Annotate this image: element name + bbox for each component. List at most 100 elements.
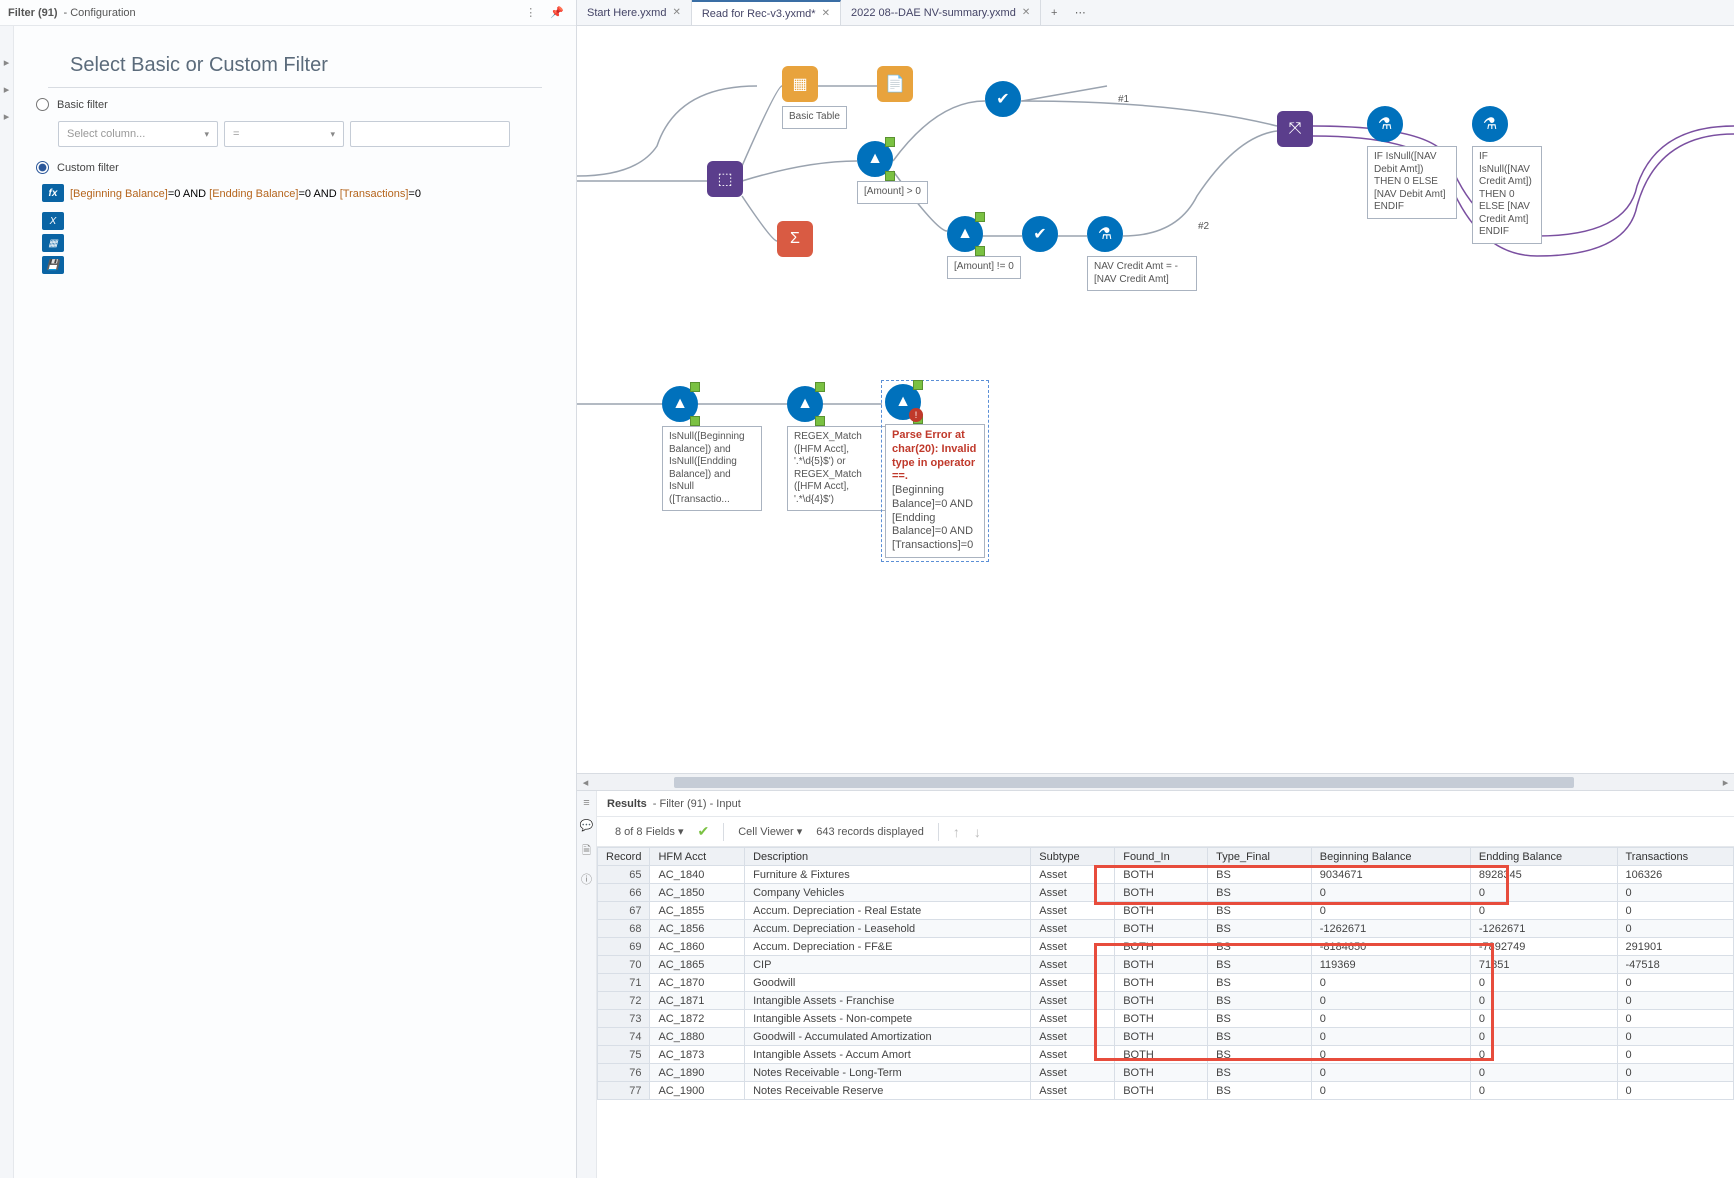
column-header[interactable]: Transactions bbox=[1617, 848, 1734, 866]
results-data-icon[interactable]: 🗎 bbox=[582, 842, 591, 861]
workflow-canvas[interactable]: #1 #2 ▦Basic Table 📄 ⬚ Σ ▲[Amount] > 0 ✔… bbox=[577, 26, 1734, 773]
tab-overflow-button[interactable]: ⋯ bbox=[1067, 0, 1093, 25]
table-cell[interactable]: Goodwill - Accumulated Amortization bbox=[745, 1028, 1031, 1046]
table-cell[interactable]: -8184650 bbox=[1311, 938, 1470, 956]
table-cell[interactable]: 70 bbox=[598, 956, 650, 974]
table-row[interactable]: 69AC_1860Accum. Depreciation - FF&EAsset… bbox=[598, 938, 1734, 956]
rail-item[interactable]: ▸ bbox=[4, 83, 10, 96]
operator-dropdown[interactable]: =▾ bbox=[224, 121, 344, 147]
table-cell[interactable]: 0 bbox=[1311, 1064, 1470, 1082]
table-cell[interactable]: 71 bbox=[598, 974, 650, 992]
filter-tool[interactable]: ▲REGEX_Match ([HFM Acct], '.*\d{5}$') or… bbox=[787, 386, 887, 511]
table-cell[interactable]: BOTH bbox=[1115, 884, 1208, 902]
table-cell[interactable]: BS bbox=[1208, 884, 1312, 902]
menu-icon[interactable]: ⋮ bbox=[521, 6, 540, 19]
results-info-icon[interactable]: ⓘ bbox=[581, 871, 592, 887]
x-variable-icon[interactable]: X bbox=[42, 212, 64, 230]
column-header[interactable]: Description bbox=[745, 848, 1031, 866]
table-cell[interactable]: 0 bbox=[1617, 1010, 1734, 1028]
table-cell[interactable]: Asset bbox=[1031, 974, 1115, 992]
workflow-tab[interactable]: Start Here.yxmd✕ bbox=[577, 0, 692, 25]
results-msg-icon[interactable]: 💬 bbox=[580, 819, 594, 832]
table-cell[interactable]: Asset bbox=[1031, 866, 1115, 884]
formula-tool[interactable]: ⚗IF IsNull([NAV Credit Amt]) THEN 0 ELSE… bbox=[1472, 106, 1542, 244]
table-cell[interactable]: Intangible Assets - Franchise bbox=[745, 992, 1031, 1010]
table-cell[interactable]: 106326 bbox=[1617, 866, 1734, 884]
table-cell[interactable]: Asset bbox=[1031, 1082, 1115, 1100]
table-cell[interactable]: 8928345 bbox=[1470, 866, 1617, 884]
table-cell[interactable]: 0 bbox=[1311, 1010, 1470, 1028]
table-cell[interactable]: Accum. Depreciation - FF&E bbox=[745, 938, 1031, 956]
table-cell[interactable]: 0 bbox=[1311, 1028, 1470, 1046]
table-cell[interactable]: AC_1850 bbox=[650, 884, 745, 902]
table-cell[interactable]: Notes Receivable Reserve bbox=[745, 1082, 1031, 1100]
table-cell[interactable]: BOTH bbox=[1115, 866, 1208, 884]
table-cell[interactable]: Asset bbox=[1031, 920, 1115, 938]
table-cell[interactable]: BOTH bbox=[1115, 902, 1208, 920]
table-row[interactable]: 77AC_1900Notes Receivable ReserveAssetBO… bbox=[598, 1082, 1734, 1100]
fields-check-icon[interactable]: ✔ bbox=[698, 823, 710, 840]
custom-filter-radio[interactable]: Custom filter bbox=[36, 161, 554, 174]
table-cell[interactable]: BS bbox=[1208, 1028, 1312, 1046]
table-cell[interactable]: BS bbox=[1208, 866, 1312, 884]
table-cell[interactable]: 0 bbox=[1617, 902, 1734, 920]
table-row[interactable]: 74AC_1880Goodwill - Accumulated Amortiza… bbox=[598, 1028, 1734, 1046]
table-cell[interactable]: BOTH bbox=[1115, 920, 1208, 938]
transpose-tool[interactable]: ⤧ bbox=[1277, 111, 1313, 147]
new-tab-button[interactable]: + bbox=[1041, 0, 1067, 25]
table-cell[interactable]: Asset bbox=[1031, 938, 1115, 956]
column-header[interactable]: Found_In bbox=[1115, 848, 1208, 866]
table-cell[interactable]: AC_1900 bbox=[650, 1082, 745, 1100]
table-cell[interactable]: Goodwill bbox=[745, 974, 1031, 992]
table-row[interactable]: 70AC_1865CIPAssetBOTHBS11936971851-47518 bbox=[598, 956, 1734, 974]
value-input[interactable] bbox=[350, 121, 510, 147]
table-cell[interactable]: BS bbox=[1208, 938, 1312, 956]
table-cell[interactable]: -7892749 bbox=[1470, 938, 1617, 956]
table-cell[interactable]: 0 bbox=[1311, 992, 1470, 1010]
table-row[interactable]: 68AC_1856Accum. Depreciation - Leasehold… bbox=[598, 920, 1734, 938]
table-cell[interactable]: 71851 bbox=[1470, 956, 1617, 974]
results-grid[interactable]: RecordHFM AcctDescriptionSubtypeFound_In… bbox=[597, 847, 1734, 1178]
table-cell[interactable]: BOTH bbox=[1115, 992, 1208, 1010]
table-cell[interactable]: 0 bbox=[1311, 1082, 1470, 1100]
rail-item[interactable]: ▸ bbox=[4, 56, 10, 69]
table-cell[interactable]: 0 bbox=[1470, 1010, 1617, 1028]
table-cell[interactable]: Accum. Depreciation - Real Estate bbox=[745, 902, 1031, 920]
table-cell[interactable]: AC_1871 bbox=[650, 992, 745, 1010]
select-tool[interactable]: ✔ bbox=[1022, 216, 1058, 252]
table-row[interactable]: 65AC_1840Furniture & FixturesAssetBOTHBS… bbox=[598, 866, 1734, 884]
table-cell[interactable]: -1262671 bbox=[1470, 920, 1617, 938]
table-cell[interactable]: AC_1870 bbox=[650, 974, 745, 992]
table-cell[interactable]: 0 bbox=[1617, 1028, 1734, 1046]
table-cell[interactable]: Intangible Assets - Non-compete bbox=[745, 1010, 1031, 1028]
table-cell[interactable]: 0 bbox=[1617, 1082, 1734, 1100]
table-cell[interactable]: AC_1873 bbox=[650, 1046, 745, 1064]
column-header[interactable]: Endding Balance bbox=[1470, 848, 1617, 866]
scrollbar-thumb[interactable] bbox=[674, 777, 1574, 788]
save-expression-icon[interactable]: 💾 bbox=[42, 256, 64, 274]
table-cell[interactable]: BOTH bbox=[1115, 1046, 1208, 1064]
filter-tool[interactable]: ▲[Amount] > 0 bbox=[857, 141, 928, 204]
table-row[interactable]: 66AC_1850Company VehiclesAssetBOTHBS000 bbox=[598, 884, 1734, 902]
table-row[interactable]: 67AC_1855Accum. Depreciation - Real Esta… bbox=[598, 902, 1734, 920]
cell-viewer-dropdown[interactable]: Cell Viewer ▾ bbox=[738, 825, 802, 838]
results-view-icon[interactable]: ≡ bbox=[583, 797, 589, 809]
table-cell[interactable]: BS bbox=[1208, 1064, 1312, 1082]
table-cell[interactable]: BS bbox=[1208, 1046, 1312, 1064]
table-cell[interactable]: 68 bbox=[598, 920, 650, 938]
table-cell[interactable]: 0 bbox=[1311, 902, 1470, 920]
table-cell[interactable]: -47518 bbox=[1617, 956, 1734, 974]
table-cell[interactable]: Asset bbox=[1031, 956, 1115, 974]
table-cell[interactable]: Notes Receivable - Long-Term bbox=[745, 1064, 1031, 1082]
summarize-tool[interactable]: Σ bbox=[777, 221, 813, 257]
table-cell[interactable]: 0 bbox=[1470, 884, 1617, 902]
formula-tool[interactable]: ⚗IF IsNull([NAV Debit Amt]) THEN 0 ELSE … bbox=[1367, 106, 1457, 219]
scroll-left-icon[interactable]: ◂ bbox=[577, 776, 594, 789]
close-icon[interactable]: ✕ bbox=[1022, 7, 1030, 18]
table-cell[interactable]: 0 bbox=[1470, 1028, 1617, 1046]
table-cell[interactable]: BS bbox=[1208, 1082, 1312, 1100]
table-cell[interactable]: 75 bbox=[598, 1046, 650, 1064]
join-tool[interactable]: ⬚ bbox=[707, 161, 743, 197]
table-cell[interactable]: 0 bbox=[1617, 1064, 1734, 1082]
table-cell[interactable]: Asset bbox=[1031, 1010, 1115, 1028]
